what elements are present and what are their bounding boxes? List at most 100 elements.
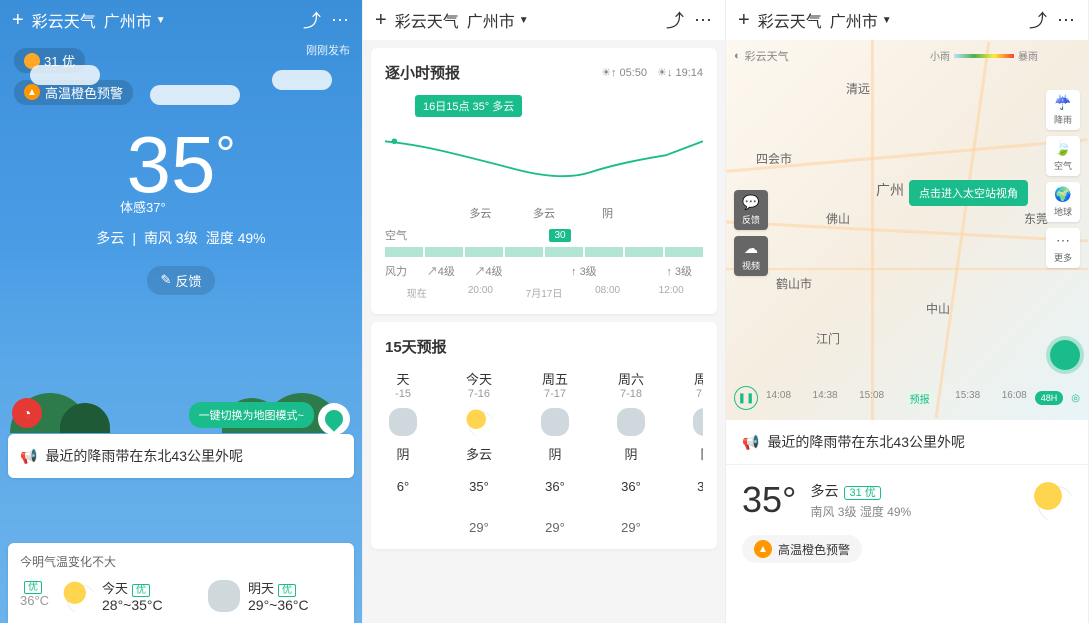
more-icon[interactable]: ⋯	[1056, 10, 1076, 30]
main-temperature: 35°	[0, 125, 362, 205]
summary-temp: 35°	[742, 479, 796, 521]
forecast-day[interactable]: 周日7-19阴35°	[669, 369, 703, 535]
city-label: 广州	[876, 180, 904, 200]
roads-layer	[726, 40, 1088, 420]
header: + 彩云天气 广州市 ▼ ⤴ ⋯	[0, 0, 362, 40]
chevron-down-icon[interactable]: ▼	[519, 15, 529, 26]
chevron-down-icon[interactable]: ▼	[882, 15, 892, 26]
share-icon[interactable]: ⤴	[302, 10, 322, 30]
temp-chart[interactable]	[385, 123, 703, 201]
rain-notification[interactable]: 📢最近的降雨带在东北43公里外呢	[726, 420, 1088, 465]
share-icon[interactable]: ⤴	[1028, 10, 1048, 30]
header: + 彩云天气 广州市 ▼ ⤴ ⋯	[726, 0, 1088, 40]
face-icon	[24, 53, 40, 69]
cloud-icon	[208, 580, 240, 612]
weather-map[interactable]: ◐彩云天气 小雨暴雨 清远 四会市 广州 佛山 东莞 鹤山市 中山 江门 💬反馈…	[726, 40, 1088, 420]
add-location-icon[interactable]: +	[738, 9, 750, 32]
megaphone-icon: 📢	[742, 434, 759, 451]
warning-icon: ▲	[24, 84, 40, 100]
app-title: 彩云天气	[758, 8, 822, 32]
weather-warning[interactable]: ▲高温橙色预警	[742, 535, 862, 563]
aqi-badge[interactable]: 31 优	[14, 48, 85, 73]
weather-icon	[465, 408, 493, 436]
feedback-tool[interactable]: 💬反馈	[734, 190, 768, 230]
earth-layer-tool[interactable]: 🌍地球	[1046, 182, 1080, 222]
weather-meta: 多云|南风 3级湿度 49%	[0, 228, 362, 248]
hourly-title: 逐小时预报	[385, 62, 601, 83]
wind-row: ↗4级↗4级↑ 3级↑ 3级	[417, 263, 703, 279]
publish-time: 刚刚发布	[306, 42, 350, 58]
aqi-bars	[385, 247, 703, 257]
map-pin-button[interactable]	[318, 403, 350, 435]
feedback-button[interactable]: ✎反馈	[147, 266, 216, 295]
chevron-down-icon[interactable]: ▼	[156, 15, 166, 26]
city-label: 东莞	[1024, 210, 1048, 227]
more-icon[interactable]: ⋯	[330, 10, 350, 30]
weather-icon	[617, 408, 645, 436]
today-forecast[interactable]: 今天优28°~35°C	[62, 578, 196, 613]
rain-layer-tool[interactable]: ☔降雨	[1046, 90, 1080, 130]
forecast-day[interactable]: 周六7-18阴36°29°	[593, 369, 669, 535]
48h-button[interactable]: 48H	[1035, 391, 1064, 405]
video-tool[interactable]: ☁视频	[734, 236, 768, 276]
sun-times: ☀↑ 05:50 ☀↓ 19:14	[601, 66, 703, 79]
tomorrow-forecast[interactable]: 明天优29°~36°C	[208, 578, 342, 613]
feels-like: 体感37°	[120, 197, 362, 216]
more-icon[interactable]: ⋯	[693, 10, 713, 30]
forecast-day[interactable]: 今天7-16多云35°29°	[441, 369, 517, 535]
pencil-icon: ✎	[161, 272, 172, 288]
warning-icon: ▲	[754, 540, 772, 558]
pause-icon[interactable]: ❚❚	[734, 386, 758, 410]
condition-row: 多云多云阴	[385, 205, 703, 221]
tmall-icon[interactable]: ◔	[12, 398, 42, 428]
forecast-day[interactable]: 天-15阴6°	[365, 369, 441, 535]
map-logo: ◐彩云天气	[734, 48, 789, 64]
timeline[interactable]: ❚❚ 14:0814:3815:08预报15:3816:08 48H ◎	[734, 386, 1080, 410]
rain-notification[interactable]: 📢最近的降雨带在东北43公里外呢	[8, 434, 354, 478]
megaphone-icon: 📢	[20, 448, 37, 465]
city-label: 鹤山市	[776, 275, 812, 292]
sunset-icon: ☀↓ 19:14	[657, 66, 703, 79]
city-label: 江门	[816, 330, 840, 347]
forecast15-card: 15天预报 天-15阴6°今天7-16多云35°29°周五7-17阴36°29°…	[371, 322, 717, 549]
map-switch-button[interactable]: 一键切换为地图模式~	[189, 402, 314, 428]
city-label: 佛山	[826, 210, 850, 227]
hourly-card: 逐小时预报 ☀↑ 05:50 ☀↓ 19:14 16日15点 35° 多云 多云多…	[371, 48, 717, 314]
current-location[interactable]: 广州市	[467, 8, 515, 32]
more-layer-tool[interactable]: ⋯更多	[1046, 228, 1080, 268]
space-view-button[interactable]: 点击进入太空站视角	[909, 180, 1028, 206]
app-title: 彩云天气	[32, 8, 96, 32]
city-label: 清远	[846, 80, 870, 97]
prev-temp: 优36°C	[20, 578, 50, 613]
current-location[interactable]: 广州市	[104, 8, 152, 32]
right-tools: ☔降雨 🍃空气 🌍地球 ⋯更多	[1046, 90, 1080, 268]
current-chip: 16日15点 35° 多云	[415, 95, 522, 117]
screen-hourly: + 彩云天气 广州市 ▼ ⤴ ⋯ 逐小时预报 ☀↑ 05:50 ☀↓ 19:14 …	[363, 0, 726, 623]
app-title: 彩云天气	[395, 8, 459, 32]
current-location[interactable]: 广州市	[830, 8, 878, 32]
share-icon[interactable]: ⤴	[665, 10, 685, 30]
screen-map: + 彩云天气 广州市 ▼ ⤴ ⋯ ◐彩云天气 小雨暴雨 清远 四会市 广州 佛山…	[726, 0, 1089, 623]
add-location-icon[interactable]: +	[12, 9, 24, 32]
weather-summary: 35° 多云31 优 南风 3级 湿度 49%	[726, 465, 1088, 535]
today-tomorrow-card: 今明气温变化不大 优36°C 今天优28°~35°C 明天优29°~36°C	[8, 543, 354, 623]
sunrise-icon: ☀↑ 05:50	[601, 66, 647, 79]
forecast-day[interactable]: 周五7-17阴36°29°	[517, 369, 593, 535]
target-icon[interactable]: ◎	[1071, 393, 1080, 404]
forecast15-title: 15天预报	[385, 336, 703, 357]
weather-icon	[541, 408, 569, 436]
sun-cloud-icon	[1032, 480, 1072, 520]
weather-icon	[693, 408, 703, 436]
left-tools: 💬反馈 ☁视频	[734, 190, 768, 276]
header: + 彩云天气 广州市 ▼ ⤴ ⋯	[363, 0, 725, 40]
city-label: 中山	[926, 300, 950, 317]
time-row: 现在20:007月17日08:0012:00	[385, 285, 703, 300]
city-label: 四会市	[756, 150, 792, 167]
add-location-icon[interactable]: +	[375, 9, 387, 32]
weather-warning[interactable]: ▲高温橙色预警	[14, 80, 133, 105]
rain-legend: 小雨暴雨	[930, 48, 1038, 63]
weather-icon	[389, 408, 417, 436]
locate-button[interactable]	[1050, 340, 1080, 370]
forecast15-list[interactable]: 天-15阴6°今天7-16多云35°29°周五7-17阴36°29°周六7-18…	[365, 369, 703, 535]
air-layer-tool[interactable]: 🍃空气	[1046, 136, 1080, 176]
